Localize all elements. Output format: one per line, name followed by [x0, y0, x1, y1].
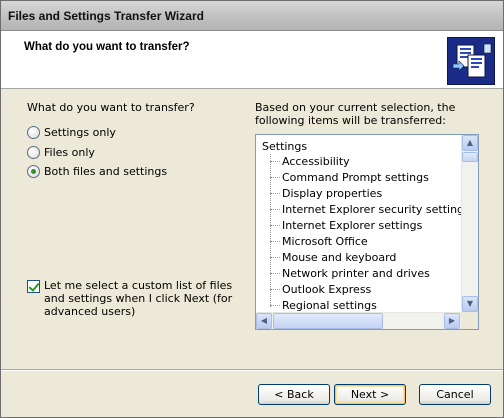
tree-item-label: Display properties [282, 186, 383, 200]
scrollbar-corner [461, 312, 478, 329]
tree-item[interactable]: Mouse and keyboard [270, 249, 396, 265]
cancel-button-label: Cancel [436, 388, 474, 401]
tree-item-label: Regional settings [282, 298, 377, 312]
chevron-down-icon: ▼ [466, 299, 474, 308]
tree-item-label: Accessibility [282, 154, 350, 168]
next-button-label: Next > [350, 388, 390, 401]
radio-settings-only[interactable]: Settings only [27, 124, 116, 140]
chevron-left-icon: ◀ [260, 316, 268, 325]
transfer-items-tree[interactable]: Settings Accessibility Command Prompt se… [255, 134, 479, 330]
vertical-scroll-thumb[interactable] [462, 152, 478, 162]
page-title: What do you want to transfer? [24, 41, 190, 53]
tree-item[interactable]: Display properties [270, 185, 382, 201]
radio-files-only[interactable]: Files only [27, 144, 95, 160]
vertical-scrollbar[interactable]: ▲ ▼ [461, 135, 478, 313]
radio-label: Both files and settings [44, 164, 168, 178]
tree-item-label: Outlook Express [282, 282, 372, 296]
chevron-up-icon: ▲ [466, 138, 474, 147]
tree-item-label: Microsoft Office [282, 234, 368, 248]
tree-item-label: Command Prompt settings [282, 170, 429, 184]
button-separator [1, 369, 503, 371]
title-bar[interactable]: Files and Settings Transfer Wizard [1, 1, 503, 31]
chevron-right-icon: ▶ [448, 316, 456, 325]
horizontal-scroll-thumb[interactable] [273, 313, 383, 329]
tree-item-label: Network printer and drives [282, 266, 430, 280]
radio-button[interactable] [27, 125, 40, 139]
wizard-header: What do you want to transfer? [1, 31, 503, 89]
radio-both-files-and-settings[interactable]: Both files and settings [27, 163, 167, 179]
tree-item[interactable]: Microsoft Office [270, 233, 368, 249]
tree-item[interactable]: Internet Explorer settings [270, 217, 422, 233]
radio-label: Settings only [44, 125, 116, 139]
scroll-left-button[interactable]: ◀ [256, 313, 272, 329]
tree-item[interactable]: Internet Explorer security settings [270, 201, 470, 217]
tree-item-label: Internet Explorer security settings [282, 202, 470, 216]
back-button-label: < Back [274, 388, 314, 401]
tree-item[interactable]: Network printer and drives [270, 265, 430, 281]
next-button[interactable]: Next > [334, 384, 406, 405]
cancel-button[interactable]: Cancel [419, 384, 491, 405]
tree-item-label: Internet Explorer settings [282, 218, 423, 232]
wizard-window: Files and Settings Transfer Wizard What … [0, 0, 504, 418]
custom-list-label: Let me select a custom list of files and… [44, 279, 233, 318]
tree-item[interactable]: Regional settings [270, 297, 377, 313]
radio-button[interactable] [27, 164, 40, 178]
transfer-items-description: Based on your current selection, the fol… [255, 101, 456, 127]
custom-list-checkbox[interactable] [27, 280, 40, 293]
radio-label: Files only [44, 145, 95, 159]
tree-item-label: Mouse and keyboard [282, 250, 397, 264]
custom-list-checkbox-row[interactable]: Let me select a custom list of files and… [27, 279, 242, 318]
scroll-up-button[interactable]: ▲ [462, 135, 478, 151]
tree-root-settings[interactable]: Settings [262, 140, 307, 153]
transfer-wizard-icon [447, 37, 495, 85]
tree-item[interactable]: Command Prompt settings [270, 169, 429, 185]
horizontal-scrollbar[interactable]: ◀ ▶ [256, 312, 461, 329]
window-title: Files and Settings Transfer Wizard [8, 9, 204, 23]
back-button[interactable]: < Back [258, 384, 330, 405]
tree-item[interactable]: Accessibility [270, 153, 350, 169]
scroll-down-button[interactable]: ▼ [462, 296, 478, 312]
radio-button[interactable] [27, 145, 40, 159]
transfer-prompt-label: What do you want to transfer? [27, 101, 195, 114]
scroll-right-button[interactable]: ▶ [444, 313, 460, 329]
tree-item[interactable]: Outlook Express [270, 281, 371, 297]
